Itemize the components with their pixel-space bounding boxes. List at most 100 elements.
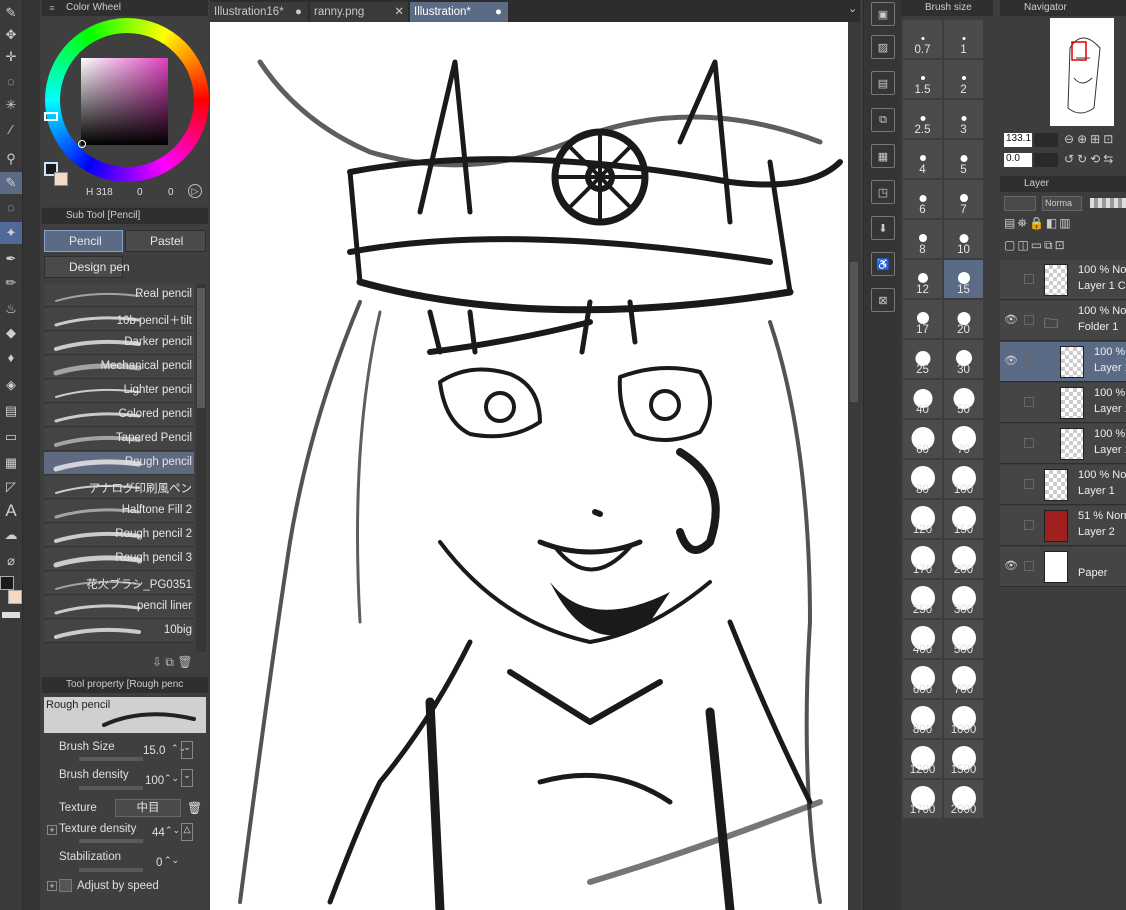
texture-density-slider[interactable] [79,839,143,843]
lock-toggle[interactable] [1024,561,1034,571]
eraser-icon[interactable]: ◆ [0,322,22,344]
lock-toggle[interactable] [1024,274,1034,284]
adjust-expand-icon[interactable]: + [47,881,57,891]
visibility-eye-icon[interactable]: 👁 [1004,354,1018,367]
gradient-icon[interactable]: ▤ [0,400,22,422]
correction-icon[interactable]: ⌀ [0,550,22,572]
brush-size-option[interactable]: 12 [903,260,942,298]
move-layer-icon[interactable]: ✥ [0,24,22,46]
brush-size-option[interactable]: 1700 [903,780,942,818]
blend-mode-select[interactable]: Norma [1042,196,1082,211]
balloon-icon[interactable]: ☁ [0,524,22,546]
brush-size-option[interactable]: 500 [944,620,983,658]
blend-icon[interactable]: ♦ [0,346,22,368]
texture-density-spinner[interactable]: ⌃⌄ [165,825,180,836]
brush-size-option[interactable]: 1000 [944,700,983,738]
new-folder-icon[interactable]: ▭ [1031,238,1044,252]
color-set-icon[interactable]: ▣ [871,2,895,26]
tab-illustration16[interactable]: Illustration16* ● [210,2,308,22]
tab-ranny[interactable]: ranny.png ✕ [310,2,408,22]
brush-item[interactable]: 10b pencil＋tilt [44,308,194,331]
new-vector-icon[interactable]: ◫ [1017,238,1030,252]
layer-property-icon[interactable]: ⧉ [871,108,895,132]
ruler-icon[interactable]: ◸ [0,476,22,498]
lock-icon[interactable]: 🔒 [1029,216,1046,230]
mask-icon[interactable]: ▥ [1059,216,1072,230]
group-design-pen-button[interactable]: Design pen [44,256,130,278]
brush-size-option[interactable]: 800 [903,700,942,738]
layer-row[interactable]: 👁 100 % Layer 1 [1000,342,1126,382]
stabilization-value[interactable]: 0 [156,857,162,869]
pen-nib-icon[interactable]: ✒ [0,248,22,270]
pen-icon[interactable]: ✎ [0,2,22,24]
brush-size-slider[interactable] [79,757,143,761]
sub-color-swatch[interactable] [8,590,22,604]
quick-access-icon[interactable]: ⊠ [871,288,895,312]
brush-size-option[interactable]: 80 [903,460,942,498]
brush-item[interactable]: Tapered Pencil [44,428,194,451]
delete-layer-icon[interactable]: ⊡ [1055,238,1067,252]
fill-screen-icon[interactable]: ⊡ [1103,132,1116,146]
reset-rotation-icon[interactable]: ⟲ [1090,152,1103,166]
brush-item[interactable]: 花火ブラシ_PG0351 [44,572,194,595]
brush-size-option[interactable]: 300 [944,580,983,618]
auto-select-icon[interactable]: ✦ [0,222,22,244]
density-pressure-icon[interactable]: ⌄ [181,769,193,787]
brush-size-option[interactable]: 60 [903,420,942,458]
brush-item[interactable]: Colored pencil [44,404,194,427]
brush-size-option[interactable]: 6 [903,180,942,218]
brush-size-option[interactable]: 1500 [944,740,983,778]
tab-illustration[interactable]: Illustration* ● [410,2,508,22]
rotate-right-icon[interactable]: ↻ [1077,152,1090,166]
brush-density-spinner[interactable]: ⌃⌄ [164,773,179,784]
zoom-slider[interactable] [1034,133,1058,147]
brush-size-option[interactable]: 7 [944,180,983,218]
brush-size-option[interactable]: 20 [944,300,983,338]
rotation-slider[interactable] [1034,153,1058,167]
brush-size-option[interactable]: 10 [944,220,983,258]
layer-folder-row[interactable]: 👁 🗀 100 % No Folder 1 [1000,301,1126,341]
intermediate-color-icon[interactable]: ▨ [871,35,895,59]
zoom-icon[interactable]: ⚲ [0,148,22,170]
lock-toggle[interactable] [1024,397,1034,407]
layer-row[interactable]: 100 % Layer 1 [1000,383,1126,423]
adjust-speed-checkbox[interactable] [59,879,72,892]
history-icon[interactable]: ▤ [871,71,895,95]
timeline-icon[interactable]: ▦ [871,144,895,168]
brush-size-option[interactable]: 400 [903,620,942,658]
pose-icon[interactable]: ♿ [871,252,895,276]
layer-row[interactable]: 51 % Norm Layer 2 [1000,506,1126,546]
text-icon[interactable]: A [0,500,22,522]
lock-toggle[interactable] [1024,315,1034,325]
eyedropper-icon[interactable]: ⁄ [0,118,22,140]
auto-action-icon[interactable]: ◳ [871,180,895,204]
layer-row[interactable]: 100 % Nor Layer 1 Co [1000,260,1126,300]
clip-icon[interactable]: ▤ [1004,216,1017,230]
brush-size-option[interactable]: 40 [903,380,942,418]
brush-size-option[interactable]: 4 [903,140,942,178]
new-raster-icon[interactable]: ▢ [1004,238,1017,252]
lock-toggle[interactable] [1024,520,1034,530]
texture-pressure-icon[interactable]: △ [181,823,193,841]
layer-color-select[interactable] [1004,196,1036,211]
stabilization-slider[interactable] [79,868,143,872]
zoom-in-icon[interactable]: ⊕ [1077,132,1090,146]
brush-size-option[interactable]: 17 [903,300,942,338]
copy-icon[interactable]: ⇩ [152,655,162,669]
saturation-value-square[interactable] [81,58,168,145]
lock-alpha-icon[interactable]: ◧ [1046,216,1059,230]
hue-cursor[interactable] [44,112,58,121]
navigator-preview[interactable] [1050,18,1114,126]
brush-size-option[interactable]: 2.5 [903,100,942,138]
brush-size-option[interactable]: 200 [944,540,983,578]
visibility-eye-icon[interactable]: 👁 [1004,313,1018,326]
wheel-mode-icon[interactable]: ▷ [188,184,202,198]
brush-item[interactable]: Rough pencil 2 [44,524,194,547]
opacity-slider[interactable] [1090,198,1126,208]
zoom-field[interactable]: 133.1 [1004,133,1032,147]
drawing-canvas[interactable] [210,22,848,910]
brush-item[interactable]: Darker pencil [44,332,194,355]
magic-wand-icon[interactable]: ✳ [0,94,22,116]
brush-size-option[interactable]: 100 [944,460,983,498]
brush-item[interactable]: pencil liner [44,596,194,619]
